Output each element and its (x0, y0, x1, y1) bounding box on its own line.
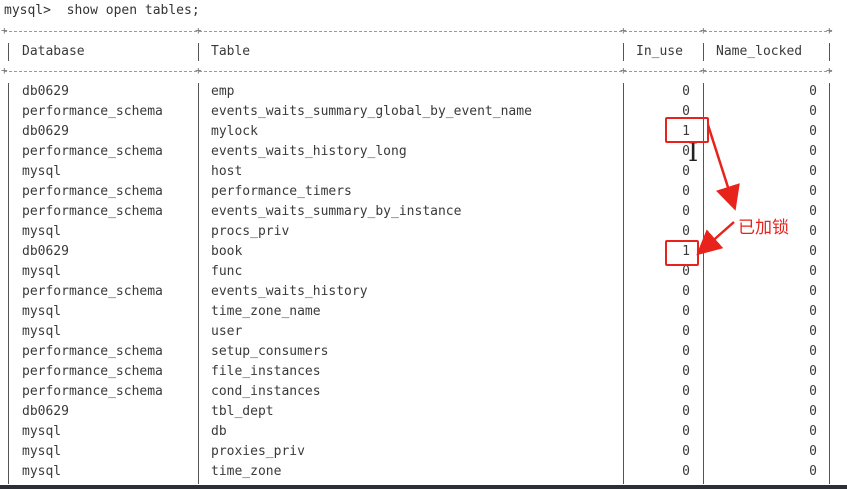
arrow-to-book (696, 221, 735, 256)
terminal-window[interactable]: mysql> show open tables; + + + + + + + +… (0, 0, 847, 486)
arrow-to-mylock (706, 124, 740, 211)
taskbar-strip (0, 485, 847, 489)
annotation-arrows (696, 124, 740, 256)
annotation-label: 已加锁 (738, 218, 789, 238)
